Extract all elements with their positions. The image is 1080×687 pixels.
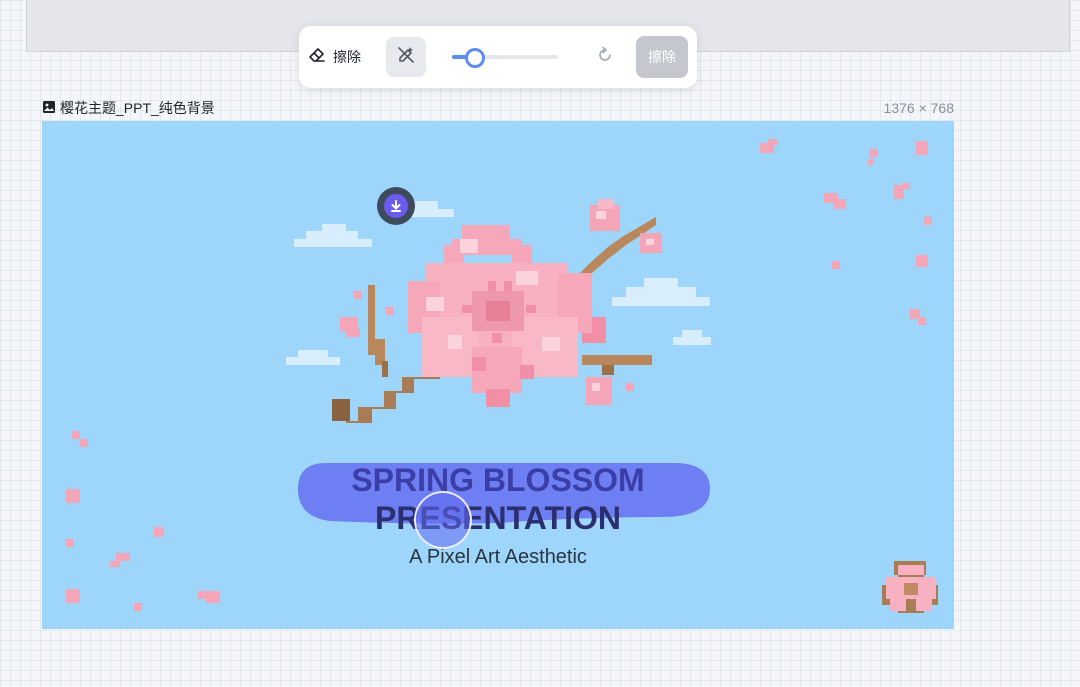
erase-tool-button[interactable]: 擦除 (307, 40, 369, 74)
file-label: 樱花主题_PPT_纯色背景 (42, 99, 215, 117)
reset-icon (595, 45, 615, 70)
erase-submit-button[interactable]: 擦除 (636, 36, 688, 78)
image-icon (42, 100, 56, 117)
slide-subtitle: A Pixel Art Aesthetic (409, 546, 587, 568)
image-canvas[interactable]: SPRING BLOSSOM PRESENTATION A Pixel Art … (42, 121, 954, 629)
slider-thumb[interactable] (465, 48, 486, 68)
magic-erase-button[interactable] (386, 37, 426, 77)
file-name: 樱花主题_PPT_纯色背景 (60, 100, 215, 116)
brush-size-slider[interactable] (452, 48, 558, 68)
erase-toolbar: 擦除 擦除 (299, 26, 697, 88)
magic-erase-icon (395, 44, 417, 71)
image-dimensions: 1376 × 768 (883, 100, 954, 116)
download-icon (384, 194, 408, 218)
slide-title-line2: PRESENTATION (375, 500, 621, 536)
slide-title-line1: SPRING BLOSSOM (351, 462, 644, 498)
reset-button[interactable] (593, 45, 617, 69)
erase-tool-label: 擦除 (333, 49, 361, 65)
eraser-icon (307, 45, 327, 70)
download-button[interactable] (377, 187, 415, 225)
